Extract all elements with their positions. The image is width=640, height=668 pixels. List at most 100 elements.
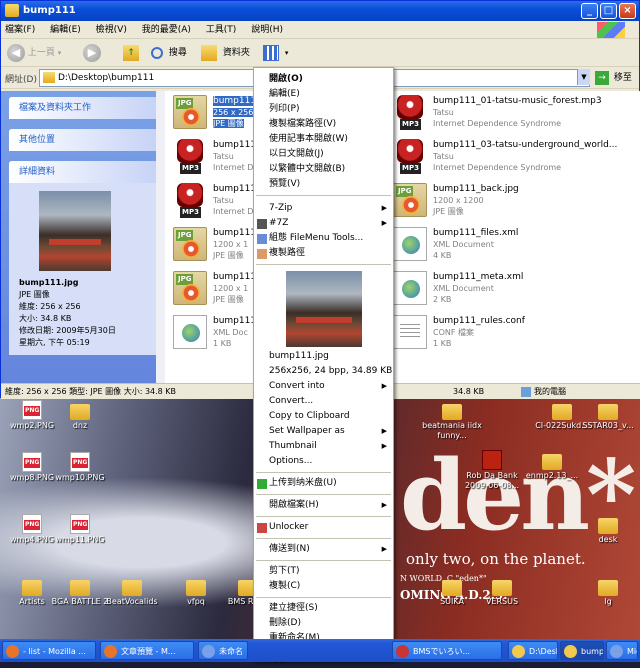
details-size: 大小: 34.8 KB [19,314,72,323]
menu-item[interactable]: 編輯(E) [254,87,393,102]
taskbar-button-label: 未命名 [219,647,243,656]
menu-item[interactable]: 剪下(T) [254,564,393,579]
menu-edit[interactable]: 編輯(E) [50,25,81,35]
menu-item[interactable]: 刪除(D) [254,616,393,631]
menu-separator [256,472,391,473]
file-detail: JPE 圖像 [213,251,244,260]
desktop-icon[interactable]: wmp11.PNG [48,514,112,545]
png-icon [22,452,42,472]
menu-separator [256,264,391,265]
menu-item[interactable]: 列印(P) [254,102,393,117]
desktop-icon[interactable]: lg [576,576,640,607]
folder-icon [122,580,142,596]
taskbar-button[interactable]: D:\Desktop\d... [508,641,558,660]
taskbar-button[interactable]: BMSでいろい... [392,641,502,660]
menu-separator [256,597,391,598]
file-detail: JPE 圖像 [213,119,244,128]
menu-item[interactable]: Set Wallpaper as ▶ [254,424,393,439]
file-name: bump111_01-tatsu-music_forest.mp3 [433,96,602,106]
menu-item-label: 複製檔案路徑(V) [269,119,337,129]
menu-item[interactable]: Thumbnail ▶ [254,439,393,454]
menu-item-label: 組態 FileMenu Tools... [269,233,364,243]
folders-button[interactable]: 資料夾 [201,43,250,63]
app-icon [564,645,577,658]
details-modified: 修改日期: 2009年5月30日 [19,326,116,335]
desktop-icon[interactable]: dnz [48,400,112,431]
search-label: 搜尋 [168,48,187,58]
maximize-button[interactable]: □ [600,3,617,19]
menu-item[interactable]: 7-Zip ▶ [254,201,393,216]
menu-file[interactable]: 檔案(F) [5,25,35,35]
other-places-header[interactable]: 其他位置 [9,129,157,151]
back-label: 上一頁 [27,48,55,58]
menu-item[interactable]: 複製路徑 [254,246,393,261]
taskbar-button[interactable]: bump111 [560,641,604,660]
file-tasks-panel[interactable]: 檔案及資料夾工作 [9,97,157,119]
other-places-panel[interactable]: 其他位置 [9,129,157,151]
menu-item[interactable]: 傳送到(N) ▶ [254,542,393,557]
taskbar-button[interactable]: 文章預覽 - M... [100,641,194,660]
back-button[interactable]: ◀ 上一頁 ▾ [7,43,61,63]
close-button[interactable]: × [619,3,636,19]
menu-item[interactable]: 複製檔案路徑(V) [254,117,393,132]
search-button[interactable]: 搜尋 [151,43,187,63]
file-detail: CONF 檔案 [433,328,475,337]
menu-item[interactable]: 上传到纳米盘(U) [254,476,393,491]
taskbar-button[interactable]: - list - Mozilla ... [2,641,96,660]
file-text: bump111 256 x 256 JPE 圖像 [213,95,257,129]
taskbar-button-label: 文章預覽 - M... [121,647,176,656]
minimize-button[interactable]: _ [581,3,598,19]
details-header[interactable]: 詳細資料 [9,161,157,183]
menu-item[interactable]: 以日文開啟(J) [254,147,393,162]
file-name: bump111 [213,96,257,106]
menu-item-label: 以日文開啟(J) [269,149,324,159]
desktop-icon[interactable]: beatmania iidx funny... [420,400,484,441]
taskbar-button[interactable]: Mic [606,641,638,660]
menu-tools[interactable]: 工具(T) [206,25,237,35]
details-modified-time: 星期六, 下午 05:19 [19,338,90,347]
menu-item[interactable]: 建立捷徑(S) [254,601,393,616]
file-detail: 2 KB [433,295,452,304]
menu-help[interactable]: 說明(H) [251,25,283,35]
desktop-icon[interactable]: desk [576,514,640,545]
mp3-icon [482,450,502,470]
go-button[interactable]: → 移至 [595,70,632,85]
taskbar-button-label: Mic [627,647,637,656]
jpg-file-icon [393,183,427,217]
address-dropdown-icon[interactable]: ▼ [577,69,590,85]
xml-file-icon [173,315,207,349]
title-bar[interactable]: bump111 _ □ × [1,1,639,21]
menu-item[interactable]: Convert... [254,394,393,409]
menu-item[interactable]: Unlocker [254,520,393,535]
desktop-icon[interactable]: VERSUS [470,576,534,607]
taskbar-button[interactable]: 未命名 [198,641,248,660]
menu-favorites[interactable]: 我的最愛(A) [142,25,191,35]
views-button[interactable]: ▾ [263,43,288,63]
desktop-icon[interactable]: enmp2.13_... [520,450,584,481]
menu-item[interactable]: 組態 FileMenu Tools... [254,231,393,246]
menu-view[interactable]: 檢視(V) [96,25,127,35]
conf-file-icon [393,315,427,349]
menu-item[interactable]: 開啟(O) [254,72,393,87]
menu-item[interactable]: Options... [254,454,393,469]
menu-item[interactable]: Convert into ▶ [254,379,393,394]
menu-item[interactable]: 使用記事本開啟(W) [254,132,393,147]
file-tasks-header[interactable]: 檔案及資料夾工作 [9,97,157,119]
desktop-icon[interactable]: BeatVocalids [100,576,164,607]
menu-item[interactable]: #7Z ▶ [254,216,393,231]
forward-button[interactable]: ▶ [83,43,101,63]
up-folder-button[interactable]: ↑ [123,43,142,63]
desktop-icon[interactable]: wmp10.PNG [48,452,112,483]
menu-item[interactable]: 開啟檔案(H) ▶ [254,498,393,513]
mp3-file-icon [173,139,207,174]
menu-item[interactable]: 預覽(V) [254,177,393,192]
mp3-file-icon [393,95,427,130]
folder-icon [492,580,512,596]
desktop-icon[interactable]: Rob Da Bank 2009-06-08... [460,450,524,491]
menu-item[interactable]: 以繁體中文開啟(B) [254,162,393,177]
file-text: bump111_01-tatsu-music_forest.mp3 Tatsu In… [433,95,602,129]
menu-item[interactable]: 複製(C) [254,579,393,594]
windows-logo-icon [597,22,625,38]
desktop-icon[interactable]: SSTAR03_v... [576,400,640,431]
menu-item[interactable]: Copy to Clipboard [254,409,393,424]
